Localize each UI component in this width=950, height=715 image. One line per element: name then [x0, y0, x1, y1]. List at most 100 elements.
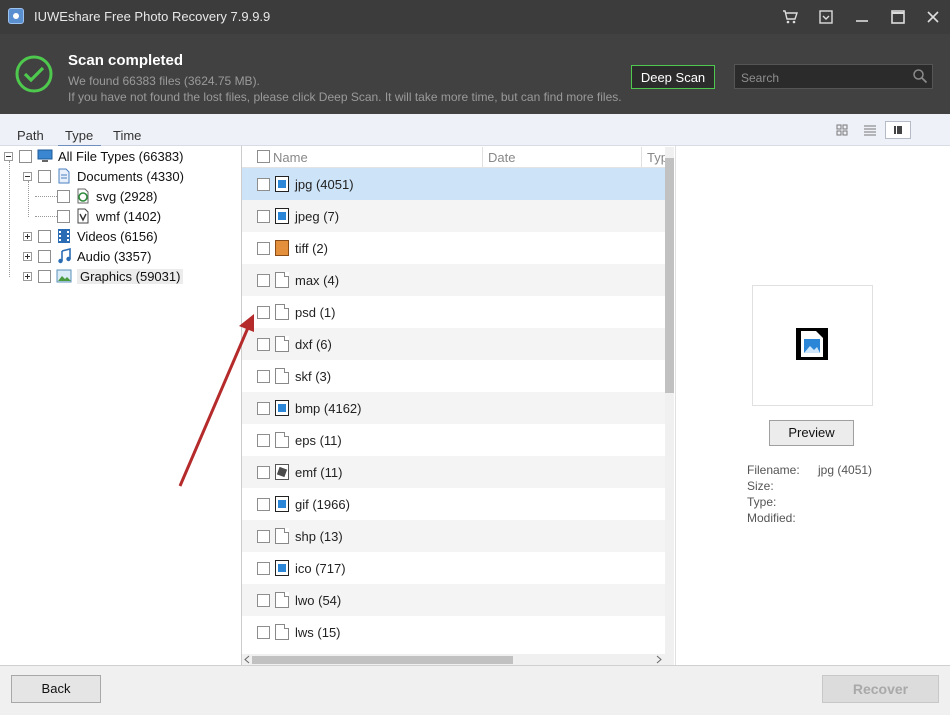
image-file-icon — [275, 400, 289, 416]
select-all-checkbox[interactable] — [257, 150, 270, 163]
minimize-icon[interactable] — [853, 8, 871, 26]
tab-type[interactable]: Type — [65, 128, 93, 143]
tree-item-label: svg (2928) — [96, 188, 158, 204]
expand-icon[interactable] — [23, 251, 32, 261]
back-button[interactable]: Back — [11, 675, 101, 703]
close-icon[interactable] — [924, 8, 942, 26]
blank-file-icon — [275, 432, 289, 448]
tree-item-audio[interactable]: Audio (3357) — [23, 246, 151, 266]
row-checkbox[interactable] — [257, 625, 270, 639]
file-type-row[interactable]: tiff (2) — [242, 232, 665, 264]
file-type-row[interactable]: gif (1966) — [242, 488, 665, 520]
tree-item-label: Videos (6156) — [77, 228, 158, 244]
tree-checkbox[interactable] — [38, 269, 51, 283]
scroll-right-icon[interactable] — [655, 655, 663, 664]
row-checkbox[interactable] — [257, 241, 270, 255]
tree-item-all-file-types[interactable]: All File Types (66383) — [4, 146, 184, 166]
image-file-icon — [275, 560, 289, 576]
row-checkbox[interactable] — [257, 561, 270, 575]
blank-file-icon — [275, 368, 289, 384]
search-input[interactable] — [739, 65, 903, 90]
grid-view-icon[interactable] — [832, 121, 852, 139]
file-type-name: tiff (2) — [295, 240, 328, 256]
scan-found-text: We found 66383 files (3624.75 MB). — [68, 74, 260, 88]
file-type-row[interactable]: psd (1) — [242, 296, 665, 328]
file-type-row[interactable]: lws (15) — [242, 616, 665, 648]
scroll-left-icon[interactable] — [243, 655, 251, 664]
tab-time[interactable]: Time — [113, 128, 141, 143]
red-arrow-annotation — [178, 314, 254, 487]
row-checkbox[interactable] — [257, 273, 270, 287]
file-type-name: bmp (4162) — [295, 400, 362, 416]
file-type-name: jpeg (7) — [295, 208, 340, 224]
tree-item-documents[interactable]: Documents (4330) — [23, 166, 184, 186]
row-checkbox[interactable] — [257, 209, 270, 223]
file-type-row[interactable]: shp (13) — [242, 520, 665, 552]
row-checkbox[interactable] — [257, 529, 270, 543]
tree-item-label: Graphics (59031) — [77, 268, 184, 284]
row-checkbox[interactable] — [257, 497, 270, 511]
file-type-name: lwo (54) — [295, 592, 342, 608]
column-header-type[interactable]: Typ — [647, 150, 665, 165]
tree-item-svg[interactable]: svg (2928) — [57, 186, 157, 206]
file-type-row[interactable]: jpg (4051) — [242, 168, 665, 200]
tree-checkbox[interactable] — [57, 209, 70, 223]
file-type-row[interactable]: ico (717) — [242, 552, 665, 584]
cart-icon[interactable] — [781, 8, 799, 26]
computer-icon — [37, 149, 53, 162]
tree-checkbox[interactable] — [38, 169, 51, 183]
file-type-row[interactable]: max (4) — [242, 264, 665, 296]
tree-item-label: All File Types (66383) — [58, 148, 184, 164]
collapse-icon[interactable] — [23, 171, 32, 181]
preview-button[interactable]: Preview — [769, 420, 854, 446]
row-checkbox[interactable] — [257, 177, 270, 191]
file-type-name: shp (13) — [295, 528, 343, 544]
blank-file-icon — [275, 528, 289, 544]
file-type-row[interactable]: dxf (6) — [242, 328, 665, 360]
picture-icon — [56, 269, 72, 283]
tree-checkbox[interactable] — [38, 229, 51, 243]
modified-label: Modified: — [747, 511, 796, 525]
scan-status-title: Scan completed — [68, 52, 184, 69]
tree-checkbox[interactable] — [19, 149, 32, 163]
emf-file-icon — [275, 464, 289, 480]
blank-file-icon — [275, 336, 289, 352]
tiff-file-icon — [275, 240, 289, 256]
list-view-icon[interactable] — [860, 121, 880, 139]
maximize-icon[interactable] — [889, 8, 907, 26]
expand-icon[interactable] — [23, 271, 32, 281]
expand-icon[interactable] — [23, 231, 32, 241]
vertical-scrollbar-thumb[interactable] — [665, 158, 674, 393]
window-title: IUWEshare Free Photo Recovery 7.9.9.9 — [34, 9, 271, 24]
tree-item-wmf[interactable]: wmf (1402) — [57, 206, 161, 226]
tree-item-label: Documents (4330) — [77, 168, 184, 184]
detail-view-icon[interactable] — [885, 121, 911, 139]
column-header-date[interactable]: Date — [488, 150, 515, 165]
tree-item-graphics[interactable]: Graphics (59031) — [23, 266, 184, 286]
file-type-row[interactable]: bmp (4162) — [242, 392, 665, 424]
file-type-row[interactable]: jpeg (7) — [242, 200, 665, 232]
file-type-row[interactable]: lwo (54) — [242, 584, 665, 616]
tree-checkbox[interactable] — [38, 249, 51, 263]
tree-item-label: Audio (3357) — [77, 248, 152, 264]
app-logo-icon — [8, 8, 24, 24]
search-icon[interactable] — [912, 68, 928, 84]
recover-button[interactable]: Recover — [822, 675, 939, 703]
file-type-row[interactable]: eps (11) — [242, 424, 665, 456]
column-divider[interactable] — [641, 147, 642, 167]
column-header-name[interactable]: Name — [273, 150, 308, 165]
tree-checkbox[interactable] — [57, 189, 70, 203]
row-checkbox[interactable] — [257, 593, 270, 607]
file-type-row[interactable]: skf (3) — [242, 360, 665, 392]
minimize-to-tray-icon[interactable] — [817, 8, 835, 26]
column-divider[interactable] — [482, 147, 483, 167]
horizontal-scrollbar-thumb[interactable] — [252, 656, 513, 664]
collapse-icon[interactable] — [4, 151, 13, 161]
file-type-name: lws (15) — [295, 624, 341, 640]
tab-path[interactable]: Path — [17, 128, 44, 143]
file-type-name: eps (11) — [295, 432, 342, 448]
deep-scan-button[interactable]: Deep Scan — [631, 65, 715, 89]
filename-label: Filename: — [747, 463, 800, 477]
file-type-row[interactable]: emf (11) — [242, 456, 665, 488]
tree-item-videos[interactable]: Videos (6156) — [23, 226, 158, 246]
